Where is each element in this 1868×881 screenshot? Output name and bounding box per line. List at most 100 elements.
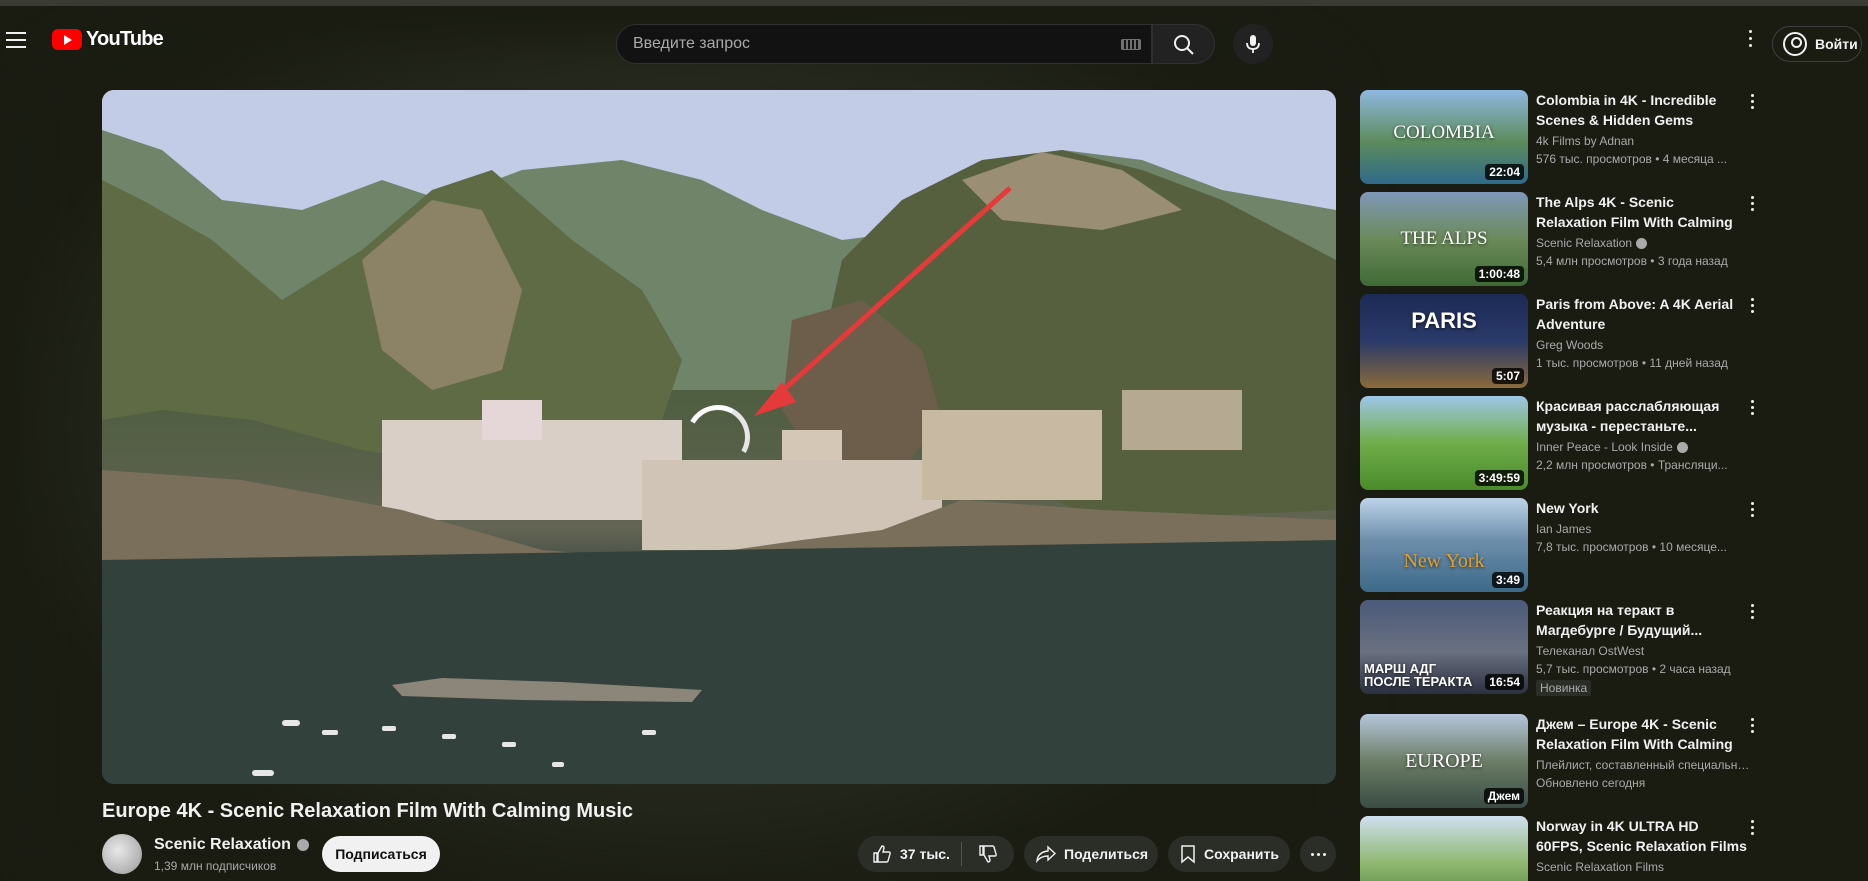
- thumb-text: COLOMBIA: [1393, 122, 1495, 143]
- rec-more-icon[interactable]: [1744, 298, 1760, 318]
- share-icon: [1036, 845, 1056, 863]
- rec-meta: Обновлено сегодня: [1536, 776, 1646, 790]
- like-button[interactable]: 37 тыс.: [858, 842, 962, 866]
- rec-meta: 576 тыс. просмотров • 4 месяца ...: [1536, 152, 1728, 166]
- rec-channel[interactable]: Scenic Relaxation Films: [1536, 860, 1664, 874]
- rec-item[interactable]: THE ALPS 1:00:48 The Alps 4K - Scenic Re…: [1360, 192, 1860, 288]
- rec-thumbnail[interactable]: [1360, 816, 1528, 881]
- rec-item[interactable]: EUROPE Джем Джем – Europe 4K - Scenic Re…: [1360, 714, 1860, 810]
- rec-meta: 1 тыс. просмотров • 11 дней назад: [1536, 356, 1728, 370]
- new-badge: Новинка: [1536, 680, 1592, 696]
- rec-more-icon[interactable]: [1744, 604, 1760, 624]
- rec-more-icon[interactable]: [1744, 718, 1760, 738]
- channel-name-text: Scenic Relaxation: [154, 836, 291, 853]
- rec-item[interactable]: МАРШ АДГ ПОСЛЕ ТЕРАКТА 16:54 Реакция на …: [1360, 600, 1860, 696]
- rec-channel[interactable]: Телеканал OstWest: [1536, 644, 1644, 658]
- rec-meta: 7,8 тыс. просмотров • 10 месяце...: [1536, 540, 1727, 554]
- keyboard-icon[interactable]: [1121, 39, 1141, 50]
- account-icon: [1783, 32, 1807, 56]
- rec-title[interactable]: The Alps 4K - Scenic Relaxation Film Wit…: [1536, 192, 1748, 232]
- rec-item[interactable]: New York 3:49 New York Ian James 7,8 тыс…: [1360, 498, 1860, 594]
- search-icon: [1174, 35, 1194, 55]
- music-note-icon: [1676, 442, 1688, 454]
- save-button[interactable]: Сохранить: [1168, 836, 1290, 872]
- rec-meta: 5,4 млн просмотров • 3 года назад: [1536, 254, 1728, 268]
- rec-more-icon[interactable]: [1744, 502, 1760, 522]
- subscribe-button[interactable]: Подписаться: [322, 836, 440, 872]
- youtube-logo[interactable]: YouTube: [52, 28, 164, 51]
- rec-title[interactable]: Джем – Europe 4K - Scenic Relaxation Fil…: [1536, 714, 1748, 754]
- save-label: Сохранить: [1204, 846, 1279, 862]
- rec-thumbnail[interactable]: PARIS 5:07: [1360, 294, 1528, 388]
- rec-channel[interactable]: Scenic Relaxation: [1536, 236, 1648, 250]
- microphone-icon: [1246, 35, 1260, 53]
- youtube-play-icon: [52, 29, 82, 50]
- voice-search-button[interactable]: [1233, 24, 1273, 64]
- search-box: [616, 24, 1152, 64]
- duration-badge: 22:04: [1485, 164, 1524, 180]
- channel-avatar[interactable]: [102, 834, 142, 874]
- rec-thumbnail[interactable]: 3:49:59: [1360, 396, 1528, 490]
- like-count: 37 тыс.: [900, 846, 950, 862]
- rec-title[interactable]: Paris from Above: A 4K Aerial Adventure: [1536, 294, 1748, 334]
- verified-icon: [1636, 238, 1648, 250]
- duration-badge: 5:07: [1491, 368, 1524, 384]
- rec-channel[interactable]: Greg Woods: [1536, 338, 1603, 352]
- rec-item[interactable]: PARIS 5:07 Paris from Above: A 4K Aerial…: [1360, 294, 1860, 390]
- rec-channel[interactable]: 4k Films by Adnan: [1536, 134, 1634, 148]
- duration-badge: 3:49:59: [1474, 470, 1524, 486]
- like-dislike-group: 37 тыс.: [858, 836, 1014, 872]
- thumb-text: PARIS: [1411, 308, 1477, 333]
- mix-badge: Джем: [1483, 788, 1524, 804]
- signin-label: Войти: [1815, 36, 1858, 52]
- search-input[interactable]: [633, 35, 1103, 53]
- channel-name[interactable]: Scenic Relaxation: [154, 836, 309, 854]
- rec-item[interactable]: 3:49:59 Красивая расслабляющая музыка - …: [1360, 396, 1860, 492]
- search-button[interactable]: [1152, 24, 1215, 64]
- thumbs-up-icon: [873, 845, 891, 863]
- rec-channel[interactable]: Ian James: [1536, 522, 1591, 536]
- logo-text: YouTube: [86, 28, 164, 50]
- rec-thumbnail[interactable]: THE ALPS 1:00:48: [1360, 192, 1528, 286]
- rec-channel[interactable]: Плейлист, составленный специально ...: [1536, 758, 1752, 772]
- rec-title[interactable]: Norway in 4K ULTRA HD 60FPS, Scenic Rela…: [1536, 816, 1748, 856]
- masthead: YouTube Войти: [0, 6, 1868, 70]
- dislike-button[interactable]: [962, 844, 1014, 864]
- thumb-text: THE ALPS: [1400, 228, 1488, 249]
- menu-icon[interactable]: [6, 32, 26, 48]
- settings-more-icon[interactable]: [1738, 30, 1762, 56]
- subscriber-count: 1,39 млн подписчиков: [154, 859, 277, 873]
- thumb-text: EUROPE: [1405, 750, 1483, 772]
- duration-badge: 16:54: [1485, 674, 1524, 690]
- rec-title[interactable]: Реакция на теракт в Магдебурге / Будущий…: [1536, 600, 1748, 640]
- duration-badge: 1:00:48: [1474, 266, 1524, 282]
- bookmark-icon: [1181, 845, 1195, 864]
- share-button[interactable]: Поделиться: [1024, 836, 1158, 872]
- rec-channel[interactable]: Inner Peace - Look Inside: [1536, 440, 1688, 454]
- rec-title[interactable]: New York: [1536, 498, 1748, 518]
- rec-thumbnail[interactable]: New York 3:49: [1360, 498, 1528, 592]
- rec-thumbnail[interactable]: EUROPE Джем: [1360, 714, 1528, 808]
- thumbs-down-icon: [979, 845, 997, 863]
- rec-more-icon[interactable]: [1744, 94, 1760, 114]
- rec-thumbnail[interactable]: COLOMBIA 22:04: [1360, 90, 1528, 184]
- rec-title[interactable]: Colombia in 4K - Incredible Scenes & Hid…: [1536, 90, 1748, 130]
- rec-more-icon[interactable]: [1744, 400, 1760, 420]
- rec-title[interactable]: Красивая расслабляющая музыка - перестан…: [1536, 396, 1748, 436]
- duration-badge: 3:49: [1491, 572, 1524, 588]
- rec-channel-text: Inner Peace - Look Inside: [1536, 440, 1673, 454]
- more-actions-icon[interactable]: [1300, 836, 1336, 872]
- signin-button[interactable]: Войти: [1772, 26, 1862, 62]
- video-player[interactable]: [102, 90, 1336, 784]
- rec-channel-text: Scenic Relaxation: [1536, 236, 1633, 250]
- rec-item[interactable]: Norway in 4K ULTRA HD 60FPS, Scenic Rela…: [1360, 816, 1860, 881]
- verified-icon: [296, 838, 309, 851]
- rec-more-icon[interactable]: [1744, 196, 1760, 216]
- rec-thumbnail[interactable]: МАРШ АДГ ПОСЛЕ ТЕРАКТА 16:54: [1360, 600, 1528, 694]
- thumb-text: New York: [1403, 550, 1485, 572]
- rec-meta: 5,7 тыс. просмотров • 2 часа назад: [1536, 662, 1731, 676]
- rec-item[interactable]: COLOMBIA 22:04 Colombia in 4K - Incredib…: [1360, 90, 1860, 186]
- rec-meta: 2,2 млн просмотров • Трансляци...: [1536, 458, 1728, 472]
- rec-more-icon[interactable]: [1744, 820, 1760, 840]
- thumb-text: МАРШ АДГ ПОСЛЕ ТЕРАКТА: [1364, 661, 1473, 689]
